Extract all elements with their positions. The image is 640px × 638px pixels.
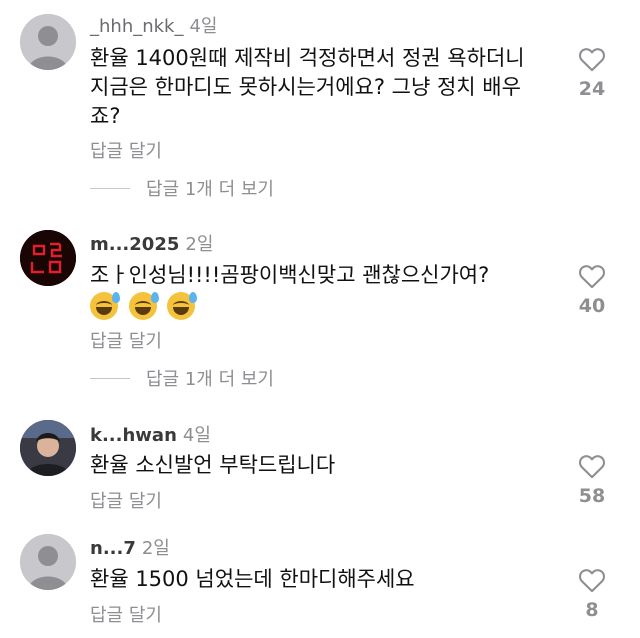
like-button[interactable]: 58 <box>572 453 612 507</box>
username[interactable]: k...hwan <box>90 425 177 446</box>
sweat-smile-emoji-icon <box>90 292 120 320</box>
view-more-replies[interactable]: 답글 1개 더 보기 <box>90 176 274 200</box>
username[interactable]: m...2025 <box>90 234 179 255</box>
profile-image-icon <box>20 230 76 286</box>
default-avatar-icon <box>20 14 76 70</box>
comment-text-line: 조ㅏ인성님!!!!곰팡이백신맞고 괜찮으신가여? <box>90 263 490 287</box>
avatar[interactable] <box>20 14 76 70</box>
reply-button[interactable]: 답글 달기 <box>90 601 162 627</box>
view-more-replies-label: 답글 1개 더 보기 <box>146 369 274 390</box>
comment-text: 환율 소신발언 부탁드립니다 <box>90 453 336 477</box>
avatar[interactable] <box>20 534 76 590</box>
like-count: 58 <box>578 485 606 507</box>
comment-time: 4일 <box>182 425 211 446</box>
divider-line <box>90 187 130 189</box>
avatar[interactable] <box>20 420 76 476</box>
comment-meta: k...hwan 4일 <box>90 421 211 447</box>
sweat-smile-emoji-icon <box>167 292 198 320</box>
view-more-replies[interactable]: 답글 1개 더 보기 <box>90 366 274 390</box>
emoji-row <box>90 291 550 320</box>
default-avatar-icon <box>20 534 76 590</box>
reply-button[interactable]: 답글 달기 <box>90 487 162 513</box>
divider-line <box>90 377 130 379</box>
comment-text: 조ㅏ인성님!!!!곰팡이백신맞고 괜찮으신가여? <box>90 261 550 320</box>
like-button[interactable]: 24 <box>572 46 612 100</box>
comment-text: 환율 1400원때 제작비 걱정하면서 정권 욕하더니 지금은 한마디도 못하시… <box>90 46 525 128</box>
heart-icon <box>579 48 605 72</box>
avatar[interactable] <box>20 230 76 286</box>
like-button[interactable]: 40 <box>572 263 612 317</box>
reply-button[interactable]: 답글 달기 <box>90 327 162 353</box>
heart-icon <box>579 569 605 593</box>
comment-meta: _hhh_nkk_ 4일 <box>90 12 218 38</box>
like-count: 8 <box>585 599 599 621</box>
comment-meta: n...7 2일 <box>90 534 170 560</box>
like-count: 40 <box>578 295 606 317</box>
comment-meta: m...2025 2일 <box>90 230 213 256</box>
like-button[interactable]: 8 <box>572 567 612 621</box>
heart-icon <box>579 265 605 289</box>
heart-icon <box>579 455 605 479</box>
sweat-smile-emoji-icon <box>128 292 159 320</box>
comment-time: 2일 <box>141 538 170 559</box>
comment-text: 환율 1500 넘었는데 한마디해주세요 <box>90 567 415 591</box>
reply-button[interactable]: 답글 달기 <box>90 137 162 163</box>
username[interactable]: _hhh_nkk_ <box>90 16 183 37</box>
comment-time: 2일 <box>185 234 214 255</box>
view-more-replies-label: 답글 1개 더 보기 <box>146 179 274 200</box>
profile-photo-icon <box>20 420 76 476</box>
username[interactable]: n...7 <box>90 538 136 559</box>
comment-time: 4일 <box>189 16 218 37</box>
like-count: 24 <box>578 78 606 100</box>
